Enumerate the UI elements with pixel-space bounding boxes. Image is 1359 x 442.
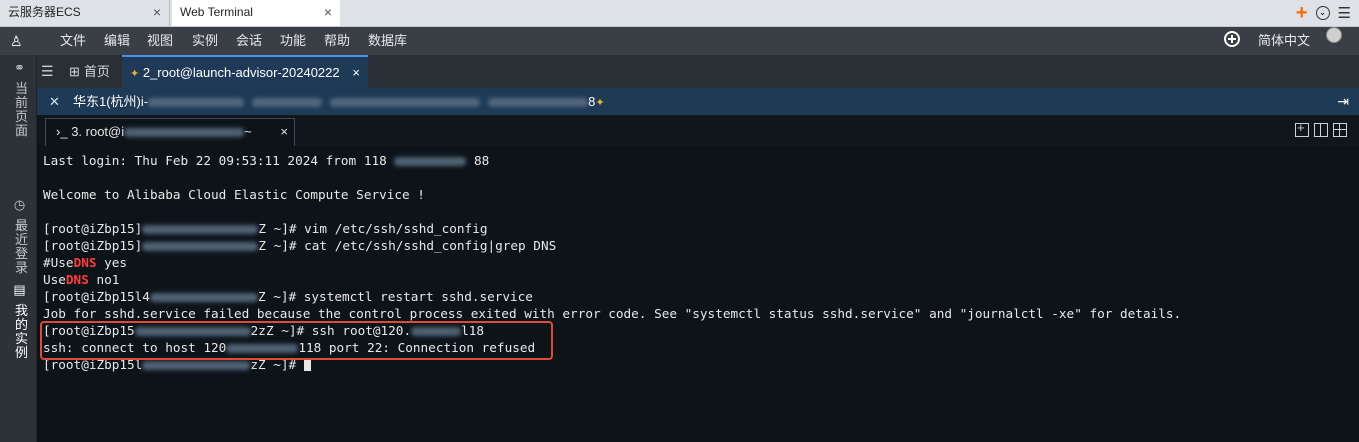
close-icon[interactable]: × bbox=[153, 0, 161, 24]
split-pane-icon[interactable] bbox=[1314, 123, 1328, 137]
terminal-tab-label: 3. root@i bbox=[71, 124, 125, 139]
sidebar-item-label: 最近登录 bbox=[13, 218, 28, 275]
browser-controls: + ⌄ ☰ bbox=[1296, 0, 1359, 26]
add-pane-icon[interactable] bbox=[1295, 120, 1309, 137]
terminal-line: Use bbox=[43, 272, 66, 287]
redacted-text bbox=[394, 157, 467, 166]
sidebar-item-label: 当前页面 bbox=[13, 81, 28, 138]
server-icon: ▤ bbox=[13, 283, 28, 299]
redacted-text bbox=[252, 98, 323, 108]
menu-instance[interactable]: 实例 bbox=[192, 27, 218, 55]
browser-tab-web-terminal[interactable]: Web Terminal × bbox=[172, 0, 340, 26]
terminal-line: Welcome to Alibaba Cloud Elastic Compute… bbox=[43, 187, 425, 202]
list-toggle-icon[interactable]: ☰ bbox=[41, 63, 54, 80]
menu-view[interactable]: 视图 bbox=[147, 27, 173, 55]
tab-label: 首页 bbox=[83, 64, 110, 79]
chevron-down-icon[interactable]: ⌄ bbox=[1315, 6, 1330, 20]
browser-tab-label: 云服务器ECS bbox=[8, 5, 81, 19]
tab-home[interactable]: ⊞ 首页 bbox=[69, 55, 110, 88]
terminal-output[interactable]: Last login: Thu Feb 22 09:53:11 2024 fro… bbox=[37, 146, 1359, 442]
terminal-line: Z ~]# systemctl restart sshd.service bbox=[257, 289, 533, 304]
terminal-icon: ›_ bbox=[56, 124, 68, 139]
redacted-text bbox=[330, 98, 481, 108]
terminal-line: Z ~]# vim /etc/ssh/sshd_config bbox=[258, 221, 488, 236]
redacted-text bbox=[148, 98, 245, 108]
redacted-text bbox=[142, 361, 251, 370]
menu-icon[interactable]: ☰ bbox=[1338, 4, 1351, 22]
grid-layout-icon[interactable] bbox=[1333, 123, 1347, 137]
session-icon: ✦ bbox=[130, 68, 140, 80]
terminal-line: yes bbox=[96, 255, 128, 270]
terminal-line: [root@iZbp15] bbox=[43, 238, 143, 253]
instance-info: 华东1(杭州)i- 8✦ bbox=[73, 88, 605, 117]
close-icon[interactable]: × bbox=[352, 57, 360, 88]
redacted-text bbox=[488, 98, 589, 108]
link-icon: ⚭ bbox=[13, 61, 28, 77]
menu-help[interactable]: 帮助 bbox=[324, 27, 350, 55]
redacted-text bbox=[142, 242, 259, 251]
exit-icon[interactable]: ⇥ bbox=[1337, 88, 1349, 115]
layout-controls bbox=[1295, 120, 1347, 137]
region-label: 华东1(杭州)i- bbox=[73, 94, 149, 109]
browser-tab-label: Web Terminal bbox=[180, 5, 253, 19]
redacted-text bbox=[149, 293, 258, 302]
terminal-tab-bar: ›_ 3. root@i ~ × bbox=[37, 115, 1359, 147]
sidebar-item-label: 我的实例 bbox=[13, 303, 28, 360]
clock-icon: ◷ bbox=[13, 198, 28, 214]
terminal-line: #Use bbox=[43, 255, 74, 270]
menu-file[interactable]: 文件 bbox=[60, 27, 86, 55]
browser-tab-bar: 云服务器ECS × Web Terminal × + ⌄ ☰ bbox=[0, 0, 1359, 27]
linux-icon: ♙ bbox=[10, 33, 23, 49]
status-icon: ✦ bbox=[595, 97, 605, 109]
close-icon[interactable]: × bbox=[280, 119, 288, 145]
menu-features[interactable]: 功能 bbox=[280, 27, 306, 55]
avatar[interactable] bbox=[1326, 27, 1342, 43]
sidebar: ⚭ 当前页面 ◷ 最近登录 ▤ 我的实例 bbox=[0, 55, 37, 442]
terminal-line: [root@iZbp15l4 bbox=[43, 289, 150, 304]
region-bar: ✕ 华东1(杭州)i- 8✦ ⇥ bbox=[37, 88, 1359, 115]
terminal-tab[interactable]: ›_ 3. root@i ~ × bbox=[45, 118, 295, 146]
menu-bar: ♙ 文件 编辑 视图 实例 会话 功能 帮助 数据库 简体中文 bbox=[0, 27, 1359, 55]
terminal-line: Z ~]# cat /etc/ssh/sshd_config|grep DNS bbox=[258, 238, 557, 253]
add-circle-icon[interactable] bbox=[1224, 31, 1240, 47]
grep-match: DNS bbox=[73, 255, 97, 270]
sidebar-item-recent-login[interactable]: ◷ 最近登录 bbox=[11, 198, 30, 275]
menu-database[interactable]: 数据库 bbox=[368, 27, 407, 55]
grep-match: DNS bbox=[65, 272, 89, 287]
terminal-line: 88 bbox=[474, 153, 490, 168]
sidebar-item-current-page[interactable]: ⚭ 当前页面 bbox=[11, 61, 30, 138]
new-tab-icon[interactable]: + bbox=[1296, 2, 1308, 25]
menu-edit[interactable]: 编辑 bbox=[104, 27, 130, 55]
terminal-line: [root@iZbp15] bbox=[43, 221, 143, 236]
redacted-text bbox=[142, 225, 259, 234]
terminal-line: Last login: Thu Feb 22 09:53:11 2024 fro… bbox=[43, 153, 387, 168]
terminal-line: Job for sshd.service failed because the … bbox=[43, 306, 1182, 321]
browser-tab-ecs[interactable]: 云服务器ECS × bbox=[0, 0, 170, 26]
language-selector[interactable]: 简体中文 bbox=[1258, 27, 1310, 55]
tab-session[interactable]: ✦ 2_root@launch-advisor-20240222 × bbox=[122, 55, 368, 88]
grid-icon: ⊞ bbox=[69, 64, 80, 79]
menu-session[interactable]: 会话 bbox=[236, 27, 262, 55]
redacted-text bbox=[124, 128, 245, 138]
close-icon[interactable]: × bbox=[324, 0, 332, 24]
terminal-tab-suffix: ~ bbox=[244, 124, 252, 139]
sidebar-item-my-instances[interactable]: ▤ 我的实例 bbox=[11, 283, 30, 360]
session-tab-bar: ☰ ⊞ 首页 ✦ 2_root@launch-advisor-20240222 × bbox=[37, 55, 1359, 88]
tab-label: 2_root@launch-advisor-20240222 bbox=[142, 65, 340, 80]
highlight-box bbox=[40, 321, 553, 360]
collapse-icon[interactable]: ✕ bbox=[49, 88, 60, 115]
terminal-line: no1 bbox=[88, 272, 120, 287]
